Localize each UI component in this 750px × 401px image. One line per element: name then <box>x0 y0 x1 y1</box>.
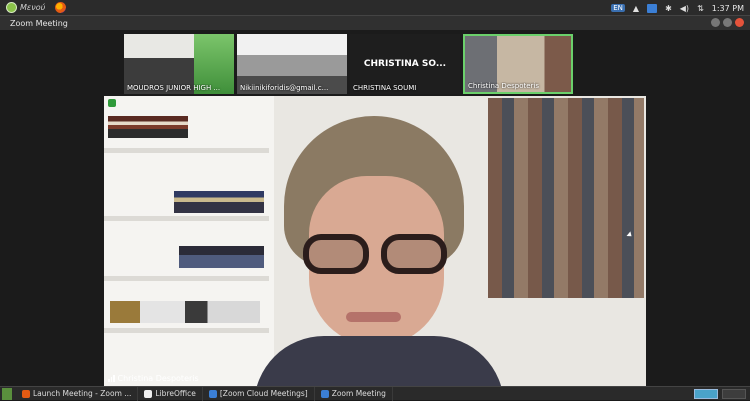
window-title: Zoom Meeting <box>10 18 68 28</box>
participant-strip: MOUDROS JUNIOR HIGH ... Nikiinikiforidis… <box>124 34 573 94</box>
taskbar-item[interactable]: Zoom Meeting <box>315 386 393 401</box>
maximize-button[interactable] <box>723 18 732 27</box>
security-shield-icon[interactable] <box>108 99 116 107</box>
taskbar: Launch Meeting - Zoom ... LibreOffice [Z… <box>0 386 750 401</box>
keyboard-layout-indicator[interactable]: EN <box>611 4 625 12</box>
participant-thumbnail[interactable]: CHRISTINA SO... CHRISTINA SOUMI <box>350 34 460 94</box>
eyeglasses <box>299 234 454 274</box>
audio-level-icon <box>108 375 115 382</box>
firefox-icon[interactable] <box>55 2 67 13</box>
participant-thumbnail[interactable]: MOUDROS JUNIOR HIGH ... <box>124 34 234 94</box>
books <box>108 116 188 138</box>
participant-name: Nikiinikiforidis@gmail.c... <box>240 84 329 92</box>
books <box>174 191 264 213</box>
participant-name: MOUDROS JUNIOR HIGH ... <box>127 84 221 92</box>
taskbar-item-label: LibreOffice <box>155 389 196 398</box>
workspace-1[interactable] <box>694 389 718 399</box>
top-panel: Μενού EN ▲ ✱ ◀) ⇅ 1:37 PM <box>0 0 750 16</box>
taskbar-item-label: Launch Meeting - Zoom ... <box>33 389 132 398</box>
participant-name: Christina Despoteris <box>468 82 540 90</box>
close-button[interactable] <box>735 18 744 27</box>
volume-icon[interactable]: ◀) <box>680 4 689 13</box>
menu-label: Μενού <box>20 3 46 12</box>
workspace-switcher <box>694 387 750 401</box>
zoom-icon <box>208 389 217 398</box>
shelf <box>104 216 269 221</box>
speaker-name-label: Christina Despoteris <box>108 374 199 383</box>
shelf <box>104 276 269 281</box>
taskbar-item-label: [Zoom Cloud Meetings] <box>219 389 308 398</box>
participant-thumbnail-active[interactable]: Christina Despoteris <box>463 34 573 94</box>
participant-name: CHRISTINA SOUMI <box>353 84 417 92</box>
active-speaker-video[interactable]: Christina Despoteris <box>104 96 646 386</box>
zoom-tray-icon[interactable] <box>647 3 658 13</box>
speaker-person <box>254 116 504 386</box>
taskbar-item[interactable]: Launch Meeting - Zoom ... <box>16 386 139 401</box>
show-desktop-button[interactable] <box>2 387 12 400</box>
books <box>179 246 264 268</box>
workspace-2[interactable] <box>722 389 746 399</box>
speaker-name: Christina Despoteris <box>117 374 199 383</box>
window-controls <box>711 18 744 27</box>
shelf <box>104 148 269 153</box>
photo-collage <box>488 98 644 298</box>
network-icon[interactable]: ⇅ <box>697 4 704 13</box>
participant-placeholder-name: CHRISTINA SO... <box>363 59 447 69</box>
taskbar-item[interactable]: [Zoom Cloud Meetings] <box>203 386 315 401</box>
notifications-icon[interactable]: ▲ <box>633 4 639 13</box>
participant-thumbnail[interactable]: Nikiinikiforidis@gmail.c... <box>237 34 347 94</box>
firefox-icon <box>22 389 30 398</box>
taskbar-item-label: Zoom Meeting <box>331 389 386 398</box>
window-titlebar[interactable]: Zoom Meeting <box>0 16 750 30</box>
bookshelf-background <box>104 96 274 386</box>
shelf-items <box>110 301 260 323</box>
mint-logo-icon <box>6 2 17 13</box>
menu-button[interactable]: Μενού <box>0 0 51 16</box>
taskbar-item[interactable]: LibreOffice <box>138 386 203 401</box>
system-tray: EN ▲ ✱ ◀) ⇅ 1:37 PM <box>611 0 750 16</box>
minimize-button[interactable] <box>711 18 720 27</box>
bluetooth-icon[interactable]: ✱ <box>665 4 672 13</box>
clock[interactable]: 1:37 PM <box>712 4 744 13</box>
libreoffice-icon <box>144 389 153 398</box>
zoom-icon <box>320 389 329 398</box>
shelf <box>104 328 269 333</box>
